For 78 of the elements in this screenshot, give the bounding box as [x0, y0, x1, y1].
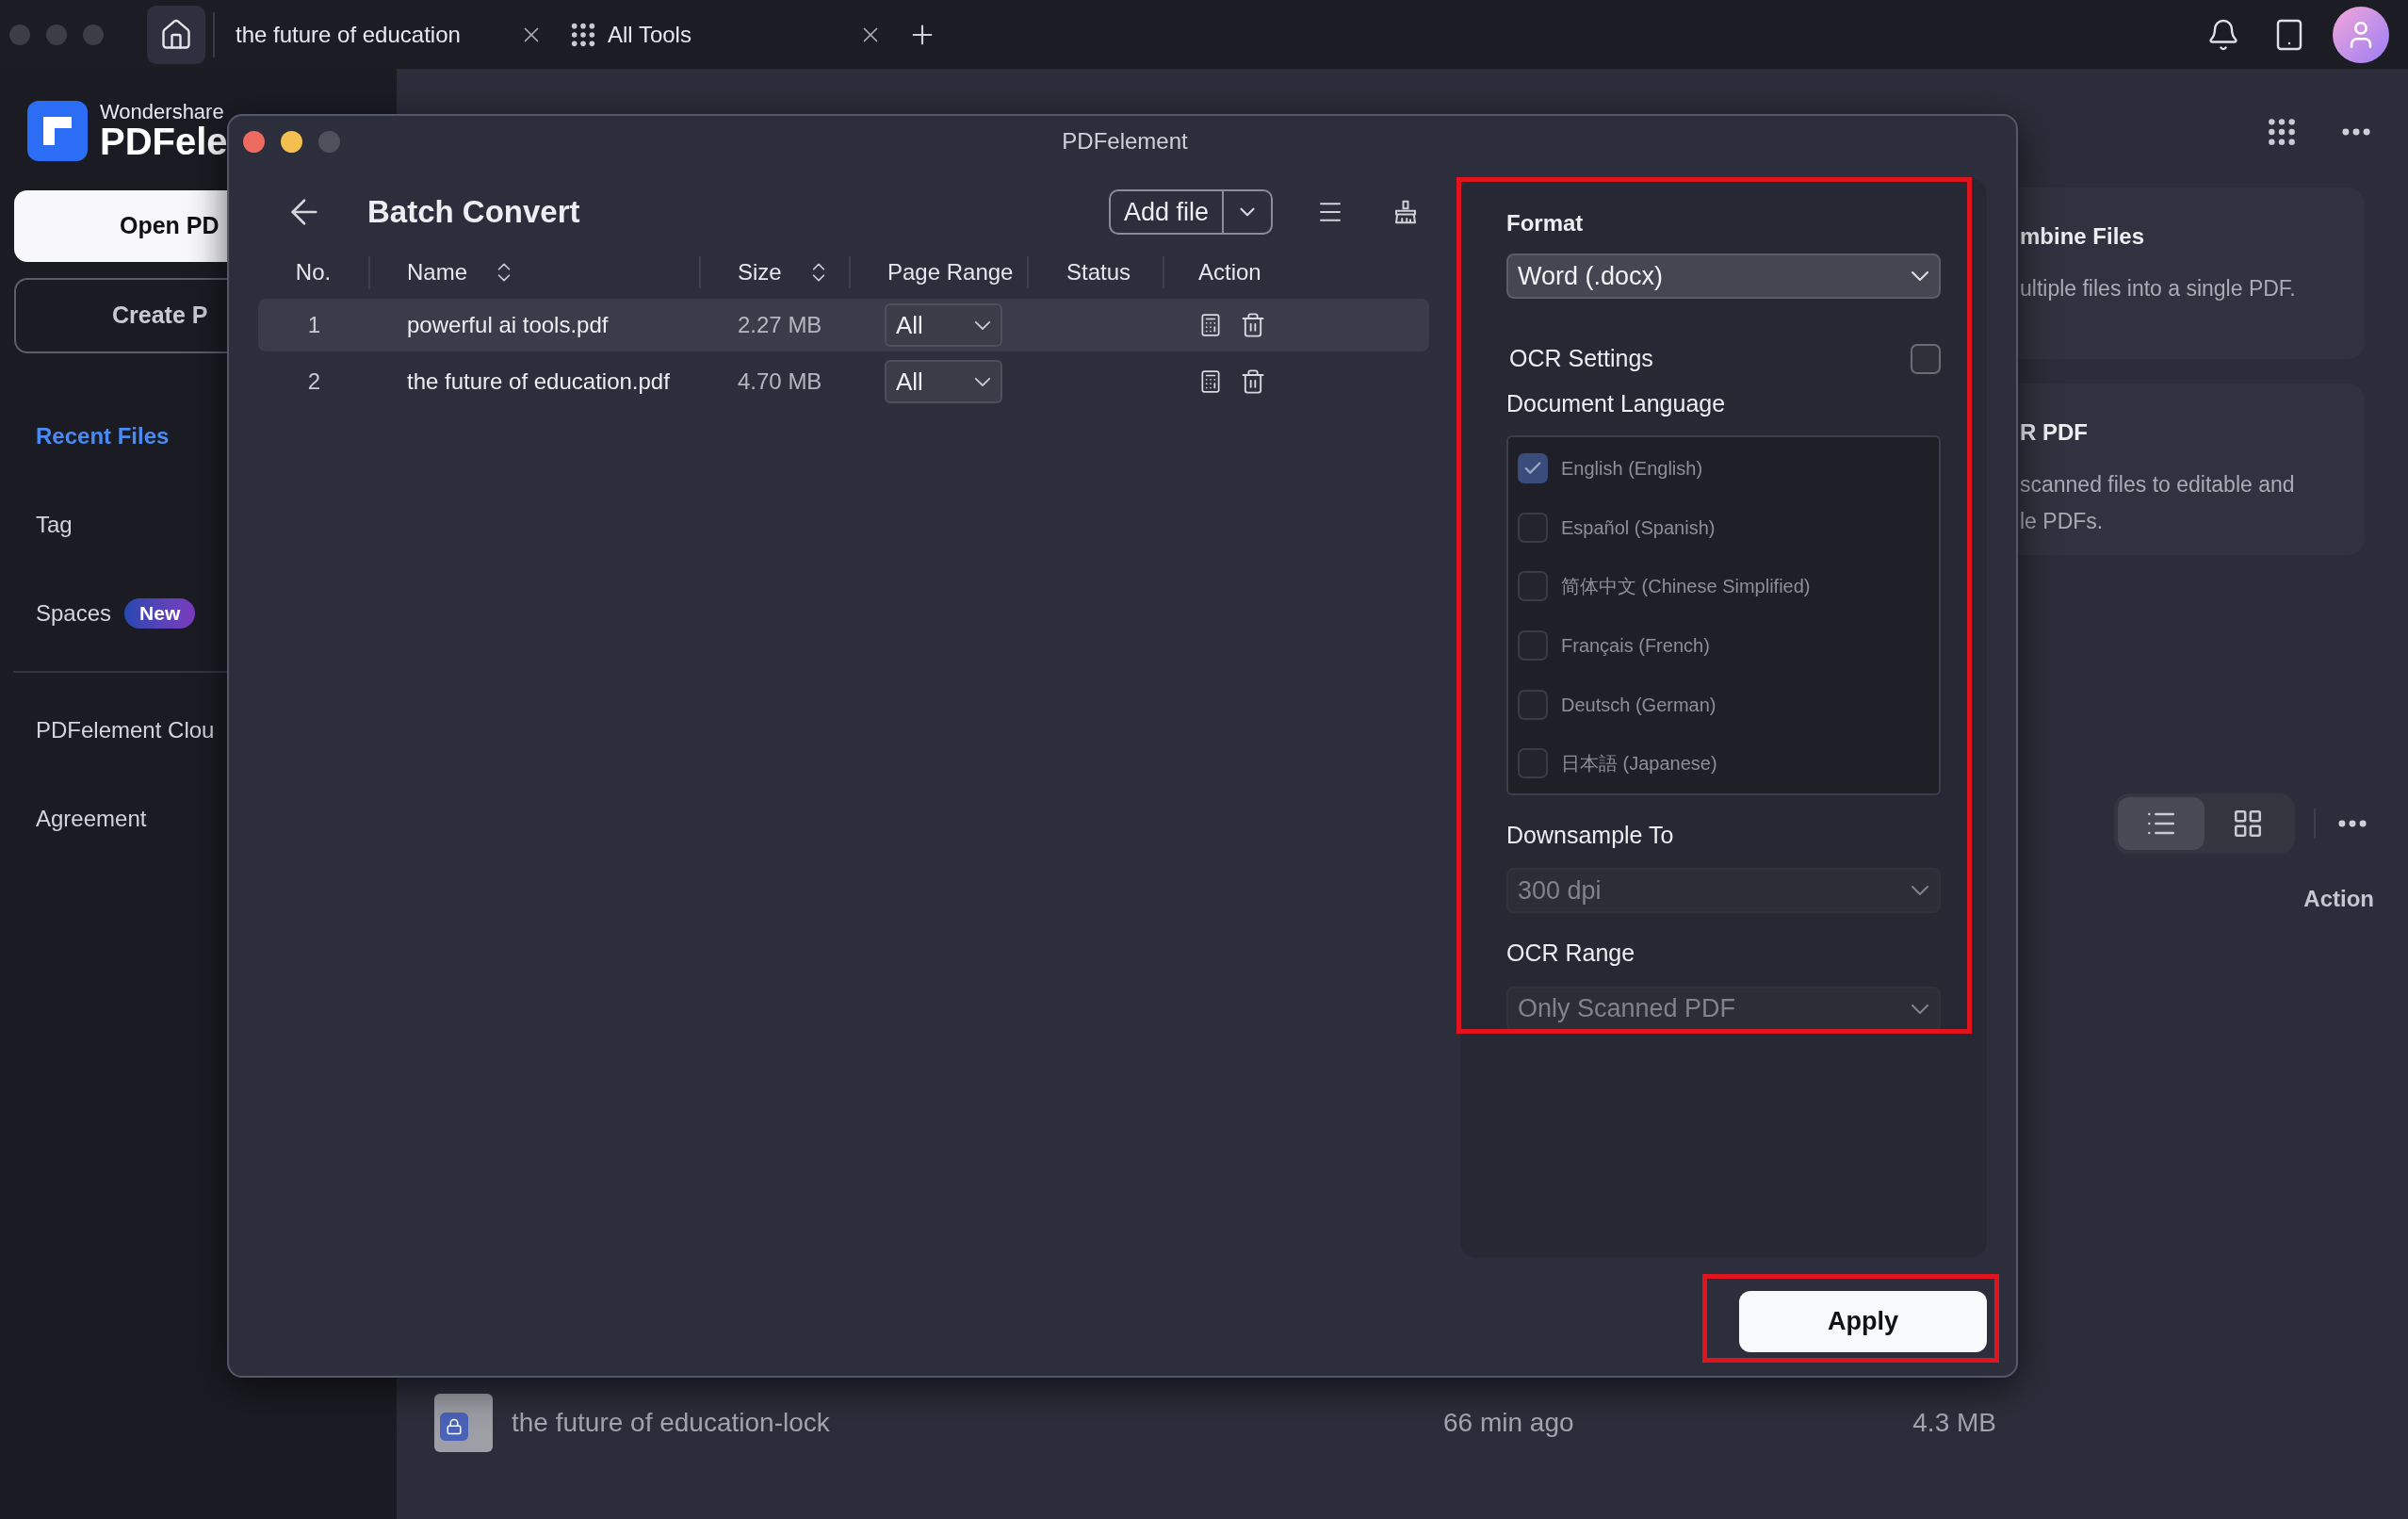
- file-size: 2.27 MB: [738, 311, 822, 339]
- trash-icon[interactable]: [1240, 368, 1266, 395]
- file-name: the future of education-lock: [512, 1407, 831, 1439]
- column-header: Page Range: [887, 258, 1014, 286]
- language-option[interactable]: 日本語 (Japanese): [1561, 749, 1717, 778]
- ocr-range-label: OCR Range: [1506, 939, 1636, 968]
- file-row[interactable]: 2 the future of education.pdf 4.70 MB All: [258, 355, 1429, 408]
- file-size: 4.70 MB: [738, 368, 822, 396]
- file-row[interactable]: the future of education-lock 66 min ago 4.3 MB: [397, 1392, 2408, 1454]
- language-option[interactable]: English (English): [1561, 453, 1703, 482]
- logo-icon: [27, 101, 88, 161]
- sidebar-item[interactable]: Tag: [36, 508, 73, 542]
- language-option[interactable]: Français (French): [1561, 630, 1710, 660]
- bell-icon[interactable]: [2206, 17, 2240, 52]
- language-checkbox[interactable]: [1518, 689, 1548, 720]
- language-checkbox[interactable]: [1518, 571, 1548, 602]
- page-range-select[interactable]: All: [885, 303, 1002, 347]
- chevron-down-icon: [974, 376, 991, 387]
- new-badge: New: [124, 598, 196, 629]
- brand-name: PDFele: [100, 122, 228, 160]
- sidebar-item[interactable]: Recent Files: [36, 419, 170, 453]
- tab-label: the future of education: [236, 20, 462, 49]
- card-description: scanned files to editable and: [2020, 471, 2296, 498]
- document-tab[interactable]: All Tools: [557, 5, 896, 64]
- brand-subtitle: Wondershare: [100, 102, 225, 122]
- chevron-down-icon: [974, 319, 991, 331]
- close-window-button[interactable]: [243, 130, 265, 153]
- language-checkbox[interactable]: [1518, 452, 1548, 483]
- chevron-down-icon: [1911, 270, 1929, 282]
- ocr-settings-label: OCR Settings: [1509, 344, 1653, 374]
- trash-icon[interactable]: [1240, 312, 1266, 338]
- card-title: R PDF: [2020, 418, 2089, 447]
- minimize-window-button[interactable]: [281, 130, 302, 153]
- add-file-button[interactable]: Add file: [1108, 189, 1273, 235]
- chevron-down-icon: [1911, 1003, 1929, 1015]
- page-range-select[interactable]: All: [885, 360, 1002, 403]
- file-modified: 66 min ago: [1443, 1407, 1575, 1439]
- apps-icon: [2267, 117, 2297, 147]
- home-tab[interactable]: [147, 5, 205, 64]
- document-language-label: Document Language: [1506, 389, 1727, 418]
- downsample-label: Downsample To: [1506, 820, 1675, 850]
- grid-icon: [2232, 808, 2264, 840]
- language-option[interactable]: Español (Spanish): [1561, 513, 1716, 542]
- language-checkbox[interactable]: [1518, 512, 1548, 543]
- tab-label: All Tools: [608, 20, 692, 49]
- column-header: Size: [738, 258, 782, 286]
- apps-icon: [570, 21, 596, 48]
- ocr-range-select[interactable]: Only Scanned PDF: [1506, 986, 1941, 1032]
- column-header: Status: [1066, 258, 1131, 286]
- card-description: le PDFs.: [2020, 507, 2105, 535]
- format-select[interactable]: Word (.docx): [1506, 253, 1941, 299]
- sidebar-item[interactable]: Agreement: [36, 802, 147, 836]
- downsample-select[interactable]: 300 dpi: [1506, 868, 1941, 913]
- card-description: ultiple files into a single PDF.: [2020, 275, 2297, 302]
- file-size: 4.3 MB: [1912, 1407, 1996, 1439]
- sidebar-item[interactable]: Spaces: [36, 596, 112, 630]
- language-option[interactable]: 简体中文 (Chinese Simplified): [1561, 572, 1811, 601]
- format-label: Format: [1506, 209, 1585, 237]
- list-view-button[interactable]: [2118, 797, 2205, 850]
- file-name: the future of education.pdf: [407, 368, 670, 396]
- sidebar-item[interactable]: PDFelement Clou: [36, 713, 215, 747]
- card-title: mbine Files: [2020, 222, 2146, 251]
- language-checkbox[interactable]: [1518, 748, 1548, 779]
- language-checkbox[interactable]: [1518, 629, 1548, 661]
- column-header: Action: [2303, 885, 2374, 913]
- row-number: 1: [307, 311, 321, 339]
- home-icon: [159, 17, 193, 52]
- file-name: powerful ai tools.pdf: [407, 311, 609, 339]
- window-title: PDFelement: [1062, 127, 1188, 155]
- chevron-down-icon: [1911, 885, 1929, 896]
- language-option[interactable]: Deutsch (German): [1561, 690, 1717, 719]
- apply-button[interactable]: Apply: [1739, 1291, 1987, 1352]
- column-header: Name: [407, 258, 468, 286]
- column-header: Action: [1198, 258, 1261, 286]
- row-number: 2: [307, 368, 321, 396]
- document-tab[interactable]: the future of education: [222, 5, 557, 64]
- file-row[interactable]: 1 powerful ai tools.pdf 2.27 MB All: [258, 299, 1429, 351]
- ocr-checkbox[interactable]: [1911, 344, 1941, 374]
